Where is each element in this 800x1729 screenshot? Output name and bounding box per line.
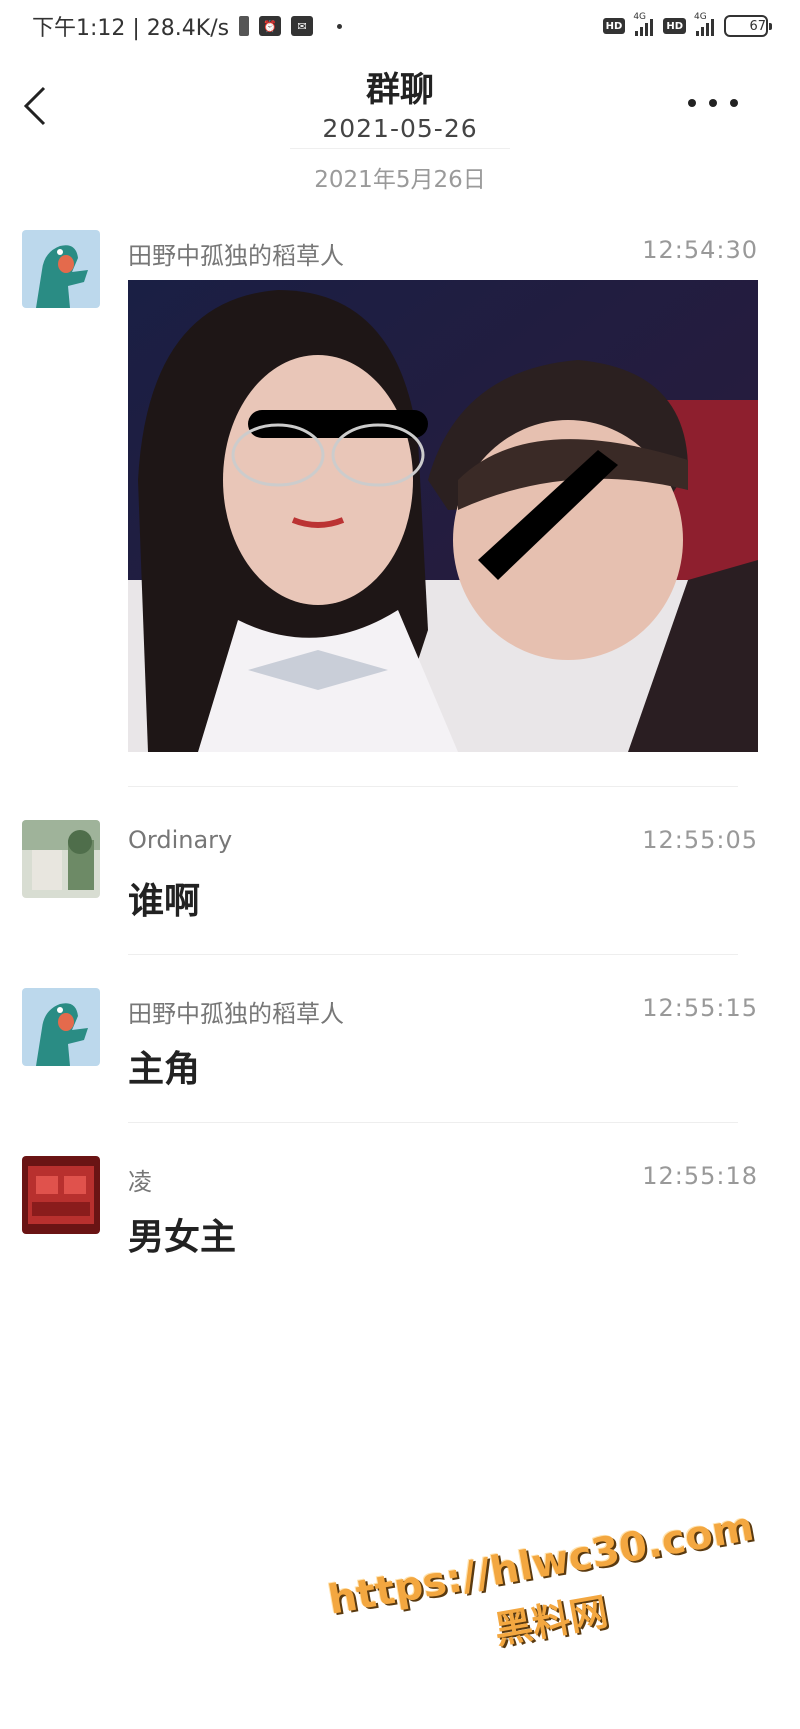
message-time: 12:55:05 [642,826,758,854]
battery-level: 67 [749,18,766,34]
sender-name: 田野中孤独的稻草人 [128,242,344,270]
page-title: 群聊 [366,70,434,110]
alarm-icon: ⏰ [259,16,282,36]
more-dots-icon [688,99,696,107]
avatar-dinosaur-icon [22,230,100,308]
photo-image [128,280,758,752]
signal-icon: 4G [694,12,714,36]
sender-name: 凌 [128,1168,152,1196]
message-time: 12:55:15 [642,994,758,1022]
avatar[interactable] [22,230,100,308]
chat-header: 群聊 2021-05-26 [0,52,800,162]
message-text: 主角 [128,1049,201,1090]
message-text: 谁啊 [128,881,201,922]
avatar[interactable] [22,820,100,898]
message-text: 男女主 [128,1217,237,1258]
network-type: 4G [694,12,707,22]
hd-icon: HD [602,18,626,34]
avatar-photo-icon [22,820,100,898]
avatar[interactable] [22,988,100,1066]
status-right: HD 4G HD 4G 67 [602,12,772,37]
message-divider [128,786,738,787]
message-icon: ✉ [291,16,314,36]
message-time: 12:55:18 [642,1162,758,1190]
message-photo[interactable] [128,280,758,752]
message-divider [128,954,738,955]
status-time-speed: 下午1:12 | 28.4K/s [32,16,230,41]
watermark: https://hlwc30.com 黑料网 [310,1501,789,1729]
status-bar: 下午1:12 | 28.4K/s ⏰ ✉ HD 4G HD 4G 67 [0,0,800,52]
dot-icon [337,23,343,29]
page-subtitle: 2021-05-26 [322,114,478,143]
date-separator: 2021年5月26日 [0,148,800,194]
battery-icon: 67 [724,15,772,37]
sender-name: Ordinary [128,826,233,854]
sender-name: 田野中孤独的稻草人 [128,1000,344,1028]
more-options-button[interactable] [688,88,738,118]
signal-icon: 4G [633,12,654,36]
avatar-red-icon [22,1156,100,1234]
notification-icon [239,16,250,36]
message-divider [128,1122,738,1123]
message-time: 12:54:30 [642,236,758,264]
status-left: 下午1:12 | 28.4K/s ⏰ ✉ [32,10,343,42]
avatar[interactable] [22,1156,100,1234]
network-type: 4G [633,12,647,22]
hd-icon: HD [663,18,686,34]
avatar-dinosaur-icon [22,988,100,1066]
